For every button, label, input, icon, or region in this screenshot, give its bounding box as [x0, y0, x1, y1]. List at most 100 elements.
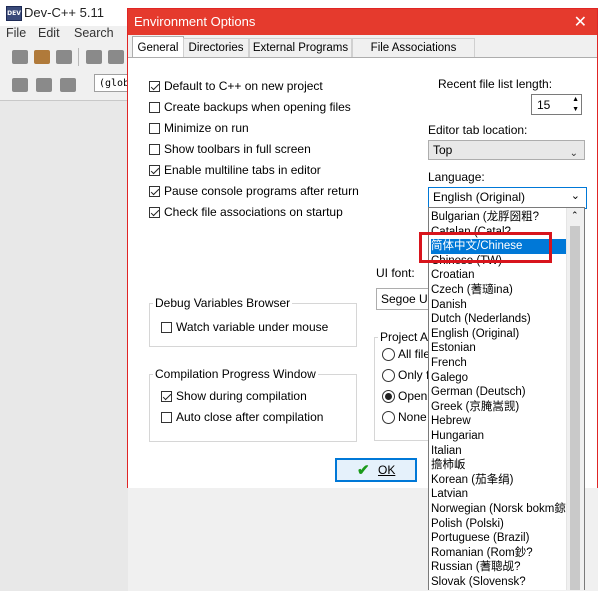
- radio-none[interactable]: [382, 411, 395, 424]
- minimize-on-run-label: Minimize on run: [164, 121, 249, 135]
- pause-console-checkbox[interactable]: [149, 186, 160, 197]
- default-cpp-checkbox[interactable]: [149, 81, 160, 92]
- tab-directories[interactable]: Directories: [183, 38, 249, 58]
- multiline-tabs-checkbox[interactable]: [149, 165, 160, 176]
- language-label: Language:: [428, 170, 485, 184]
- toggle-bookmark-icon[interactable]: [60, 78, 76, 92]
- project-group-title: Project A: [378, 330, 431, 344]
- checkmark-icon: ✔: [357, 462, 370, 479]
- language-list-item[interactable]: Hebrew: [431, 414, 567, 429]
- language-list-scrollbar[interactable]: ⌃: [566, 208, 584, 590]
- ok-button[interactable]: ✔ OK: [335, 458, 417, 482]
- scroll-thumb[interactable]: [570, 226, 580, 590]
- spin-down-icon[interactable]: ▼: [572, 105, 579, 114]
- tab-general[interactable]: General: [132, 36, 184, 59]
- toolbar-separator: [78, 48, 79, 66]
- show-during-compilation-checkbox[interactable]: [161, 391, 172, 402]
- menu-search[interactable]: Search: [74, 26, 114, 40]
- language-list-item[interactable]: Norwegian (Norsk bokm鍄: [431, 502, 567, 517]
- language-list-item[interactable]: Russian (蓍聰觇?: [431, 560, 567, 575]
- create-backups-checkbox[interactable]: [149, 102, 160, 113]
- dialog-title-bar[interactable]: Environment Options ✕: [128, 9, 597, 35]
- language-list-item[interactable]: Danish: [431, 298, 567, 313]
- ui-font-label: UI font:: [376, 266, 415, 280]
- multiline-tabs-label: Enable multiline tabs in editor: [164, 163, 321, 177]
- radio-only-first[interactable]: [382, 369, 395, 382]
- toolbars-fullscreen-checkbox[interactable]: [149, 144, 160, 155]
- language-list-item[interactable]: Czech (蓍瓋ina): [431, 283, 567, 298]
- ide-toolbar-main: [0, 44, 130, 70]
- open-file-icon[interactable]: [34, 50, 50, 64]
- save-icon[interactable]: [56, 50, 72, 64]
- chevron-down-icon: ⌄: [569, 148, 578, 159]
- language-list-item[interactable]: 擔柿岅: [431, 458, 567, 473]
- menu-edit[interactable]: Edit: [38, 26, 60, 40]
- watch-variable-label: Watch variable under mouse: [176, 320, 329, 334]
- pause-console-label: Pause console programs after return: [164, 184, 359, 198]
- language-list-item[interactable]: Dutch (Nederlands): [431, 312, 567, 327]
- show-during-compilation-label: Show during compilation: [176, 389, 307, 403]
- language-combobox[interactable]: English (Original) ⌄: [428, 187, 587, 209]
- tab-external-programs[interactable]: External Programs: [249, 38, 352, 58]
- recent-files-label: Recent file list length:: [438, 77, 553, 91]
- compilation-progress-group: [149, 374, 357, 442]
- language-list-item[interactable]: Hungarian: [431, 429, 567, 444]
- radio-only-first-label: Only f: [398, 368, 430, 382]
- language-list-item[interactable]: Polish (Polski): [431, 517, 567, 532]
- ide-workspace: [0, 100, 128, 591]
- language-list-item[interactable]: Korean (茄夆绢): [431, 473, 567, 488]
- language-list-item[interactable]: Slovak (Slovensk?: [431, 575, 567, 590]
- radio-open[interactable]: [382, 390, 395, 403]
- spin-up-icon[interactable]: ▲: [572, 95, 579, 104]
- ok-label: OK: [378, 463, 396, 477]
- unindent-icon[interactable]: [36, 78, 52, 92]
- language-list-item[interactable]: Latvian: [431, 487, 567, 502]
- new-file-icon[interactable]: [12, 50, 28, 64]
- indent-icon[interactable]: [12, 78, 28, 92]
- radio-all-files[interactable]: [382, 348, 395, 361]
- language-list-item[interactable]: Romanian (Rom鈔?: [431, 546, 567, 561]
- ide-title: Dev-C++ 5.11: [24, 5, 104, 20]
- watch-variable-checkbox[interactable]: [161, 322, 172, 333]
- language-list-item[interactable]: Portuguese (Brazil): [431, 531, 567, 546]
- undo-icon[interactable]: [108, 50, 124, 64]
- default-cpp-label: Default to C++ on new project: [164, 79, 323, 93]
- chevron-down-icon: ⌄: [570, 190, 580, 202]
- recent-files-value: 15: [537, 98, 551, 112]
- language-value: English (Original): [433, 190, 526, 204]
- language-list-item[interactable]: Estonian: [431, 341, 567, 356]
- ui-font-combobox[interactable]: Segoe UI: [376, 288, 436, 310]
- tab-file-associations[interactable]: File Associations: [352, 38, 475, 58]
- close-icon[interactable]: ✕: [574, 12, 587, 32]
- debug-group-title: Debug Variables Browser: [153, 296, 293, 310]
- language-list-item[interactable]: Bulgarian (龙脬圀粗?: [431, 210, 567, 225]
- language-list-item[interactable]: Italian: [431, 444, 567, 459]
- language-list-item[interactable]: German (Deutsch): [431, 385, 567, 400]
- print-icon[interactable]: [86, 50, 102, 64]
- progress-group-title: Compilation Progress Window: [153, 367, 318, 381]
- radio-all-files-label: All file: [398, 347, 431, 361]
- language-list-item[interactable]: Croatian: [431, 268, 567, 283]
- language-list-item[interactable]: English (Original): [431, 327, 567, 342]
- scroll-up-icon[interactable]: ⌃: [571, 210, 579, 221]
- auto-close-label: Auto close after compilation: [176, 410, 324, 424]
- toolbars-fullscreen-label: Show toolbars in full screen: [164, 142, 311, 156]
- annotation-highlight-box: [419, 232, 552, 263]
- check-associations-checkbox[interactable]: [149, 207, 160, 218]
- dialog-title: Environment Options: [134, 14, 256, 29]
- recent-files-spinner[interactable]: 15 ▲ ▼: [531, 94, 582, 115]
- language-list-item[interactable]: Greek (京腌嵩觊): [431, 400, 567, 415]
- radio-none-label: None: [398, 410, 427, 424]
- language-dropdown-list[interactable]: Bulgarian (龙脬圀粗? Catalan (Catal? 简体中文/Chin…: [428, 207, 585, 590]
- radio-open-label: Open: [398, 389, 428, 403]
- check-associations-label: Check file associations on startup: [164, 205, 343, 219]
- minimize-on-run-checkbox[interactable]: [149, 123, 160, 134]
- language-list-item[interactable]: Galego: [431, 371, 567, 386]
- language-list-item[interactable]: French: [431, 356, 567, 371]
- auto-close-checkbox[interactable]: [161, 412, 172, 423]
- scope-combobox[interactable]: (glob: [94, 74, 130, 92]
- tab-location-combobox[interactable]: Top ⌄: [428, 140, 585, 160]
- menu-file[interactable]: File: [6, 26, 26, 40]
- tab-location-label: Editor tab location:: [428, 123, 528, 137]
- tab-location-value: Top: [433, 143, 453, 157]
